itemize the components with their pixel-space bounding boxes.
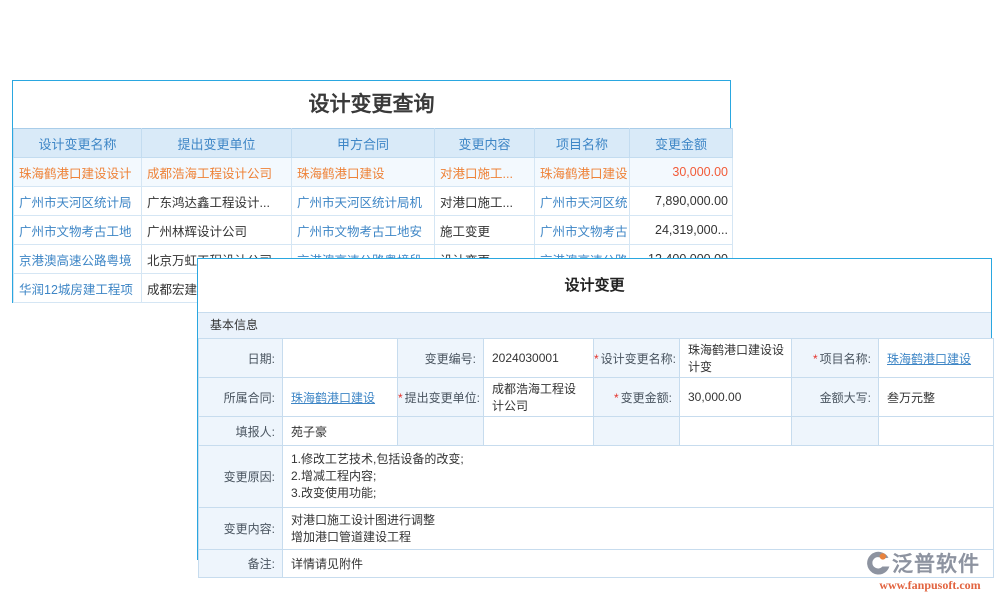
cell-proposing-unit: 广东鸿达鑫工程设计...: [142, 187, 292, 216]
cell-change-amount: 24,319,000...: [630, 216, 733, 245]
cell-change-content: 施工变更: [435, 216, 535, 245]
amount-field[interactable]: 30,000.00: [680, 378, 792, 417]
project-name-field: 珠海鹤港口建设: [879, 339, 994, 378]
content-label: 变更内容:: [199, 508, 283, 550]
column-header-proposing-unit: 提出变更单位: [142, 129, 292, 158]
table-row[interactable]: 广州市天河区统计局 广东鸿达鑫工程设计... 广州市天河区统计局机 对港口施工.…: [14, 187, 733, 216]
cell-contract: 广州市文物考古工地安: [292, 216, 435, 245]
empty-field: [484, 417, 594, 446]
required-marker: *: [594, 352, 599, 366]
contract-field: 珠海鹤港口建设: [283, 378, 398, 417]
amount-words-label: 金额大写:: [792, 378, 879, 417]
required-marker: *: [398, 391, 403, 405]
design-change-detail-dialog: 设计变更 基本信息 日期: 变更编号: 2024030001 *设计变更名称: …: [197, 258, 992, 560]
proposing-unit-label: *提出变更单位:: [398, 378, 484, 417]
change-no-label: 变更编号:: [398, 339, 484, 378]
remark-label: 备注:: [199, 550, 283, 578]
reporter-label: 填报人:: [199, 417, 283, 446]
cell-project-name: 广州市天河区统: [535, 187, 630, 216]
cell-change-name: 珠海鹤港口建设设计: [14, 158, 142, 187]
required-marker: *: [813, 352, 818, 366]
empty-field: [680, 417, 792, 446]
query-window-title: 设计变更查询: [13, 81, 730, 128]
contract-link[interactable]: 珠海鹤港口建设: [291, 391, 375, 405]
date-field[interactable]: [283, 339, 398, 378]
cell-change-amount: 7,890,000.00: [630, 187, 733, 216]
brand-url: www.fanpusoft.com: [864, 578, 996, 593]
empty-field: [879, 417, 994, 446]
section-header-basic-info: 基本信息: [198, 312, 991, 338]
column-header-change-amount: 变更金额: [630, 129, 733, 158]
brand-name: 泛普软件: [892, 548, 980, 578]
change-no-field[interactable]: 2024030001: [484, 339, 594, 378]
project-name-label: *项目名称:: [792, 339, 879, 378]
cell-contract: 珠海鹤港口建设: [292, 158, 435, 187]
detail-form: 日期: 变更编号: 2024030001 *设计变更名称: 珠海鹤港口建设设计变…: [198, 338, 994, 578]
cell-change-content: 对港口施工...: [435, 187, 535, 216]
contract-label: 所属合同:: [199, 378, 283, 417]
change-name-label: *设计变更名称:: [594, 339, 680, 378]
amount-words-field[interactable]: 叁万元整: [879, 378, 994, 417]
cell-change-name: 广州市文物考古工地: [14, 216, 142, 245]
proposing-unit-field[interactable]: 成都浩海工程设计公司: [484, 378, 594, 417]
reason-field[interactable]: 1.修改工艺技术,包括设备的改变; 2.增减工程内容; 3.改变使用功能;: [283, 446, 994, 508]
cell-project-name: 珠海鹤港口建设: [535, 158, 630, 187]
column-header-change-name: 设计变更名称: [14, 129, 142, 158]
project-link[interactable]: 珠海鹤港口建设: [887, 352, 971, 366]
column-header-project-name: 项目名称: [535, 129, 630, 158]
reason-label: 变更原因:: [199, 446, 283, 508]
cell-project-name: 广州市文物考古: [535, 216, 630, 245]
brand-logo: 泛普软件 www.fanpusoft.com: [864, 549, 996, 593]
empty-label: [398, 417, 484, 446]
column-header-contract: 甲方合同: [292, 129, 435, 158]
change-name-field[interactable]: 珠海鹤港口建设设计变: [680, 339, 792, 378]
cell-change-name: 京港澳高速公路粤境: [14, 245, 142, 274]
amount-label: *变更金额:: [594, 378, 680, 417]
empty-label: [792, 417, 879, 446]
cell-proposing-unit: 成都浩海工程设计公司: [142, 158, 292, 187]
cell-proposing-unit: 广州林辉设计公司: [142, 216, 292, 245]
cell-contract: 广州市天河区统计局机: [292, 187, 435, 216]
cell-change-name: 华润12城房建工程项: [14, 274, 142, 303]
fanpu-logo-icon: [864, 549, 892, 577]
date-label: 日期:: [199, 339, 283, 378]
dialog-title: 设计变更: [198, 259, 991, 312]
cell-change-name: 广州市天河区统计局: [14, 187, 142, 216]
cell-change-amount: 30,000.00: [630, 158, 733, 187]
reporter-field[interactable]: 苑子豪: [283, 417, 398, 446]
column-header-change-content: 变更内容: [435, 129, 535, 158]
required-marker: *: [614, 391, 619, 405]
cell-change-content: 对港口施工...: [435, 158, 535, 187]
table-row-selected[interactable]: 珠海鹤港口建设设计 成都浩海工程设计公司 珠海鹤港口建设 对港口施工... 珠海…: [14, 158, 733, 187]
table-row[interactable]: 广州市文物考古工地 广州林辉设计公司 广州市文物考古工地安 施工变更 广州市文物…: [14, 216, 733, 245]
empty-label: [594, 417, 680, 446]
table-header-row: 设计变更名称 提出变更单位 甲方合同 变更内容 项目名称 变更金额: [14, 129, 733, 158]
content-field[interactable]: 对港口施工设计图进行调整 增加港口管道建设工程: [283, 508, 994, 550]
